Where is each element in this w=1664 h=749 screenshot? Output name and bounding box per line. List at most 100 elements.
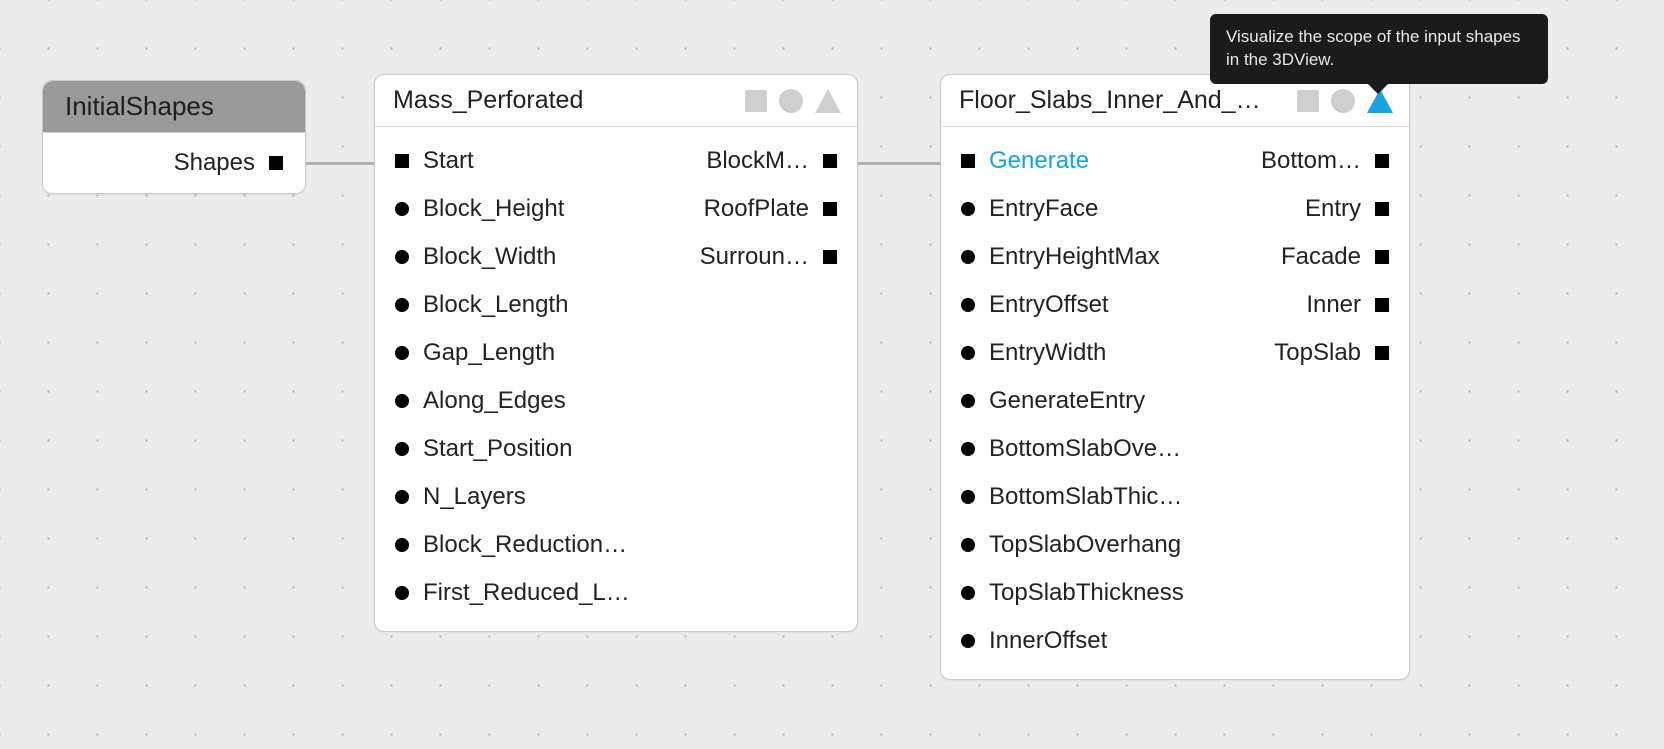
- output-port[interactable]: Shapes: [108, 133, 305, 193]
- port-handle-icon[interactable]: [395, 202, 409, 216]
- output-port[interactable]: Entry: [1222, 185, 1409, 233]
- port-handle-icon[interactable]: [961, 298, 975, 312]
- port-label: Start: [423, 147, 474, 175]
- port-label: First_Reduced_L…: [423, 579, 630, 607]
- port-handle-icon[interactable]: [961, 250, 975, 264]
- node-title: Floor_Slabs_Inner_And_…: [959, 86, 1261, 115]
- output-port[interactable]: TopSlab: [1222, 329, 1409, 377]
- port-handle-icon[interactable]: [823, 250, 837, 264]
- visualize-circle-icon[interactable]: [1331, 89, 1355, 113]
- input-port[interactable]: Along_Edges: [375, 377, 665, 425]
- port-label: GenerateEntry: [989, 387, 1145, 415]
- input-port[interactable]: EntryOffset: [941, 281, 1222, 329]
- input-port[interactable]: First_Reduced_L…: [375, 569, 665, 617]
- port-handle-icon[interactable]: [1375, 202, 1389, 216]
- port-handle-icon[interactable]: [961, 154, 975, 168]
- output-port[interactable]: Bottom…: [1222, 137, 1409, 185]
- output-port[interactable]: BlockM…: [665, 137, 857, 185]
- input-port[interactable]: EntryFace: [941, 185, 1222, 233]
- port-handle-icon[interactable]: [823, 202, 837, 216]
- port-label: BottomSlabThic…: [989, 483, 1182, 511]
- port-label: EntryHeightMax: [989, 243, 1160, 271]
- visualize-square-icon[interactable]: [745, 90, 767, 112]
- input-port[interactable]: Block_Width: [375, 233, 665, 281]
- port-label: Bottom…: [1261, 147, 1361, 175]
- port-handle-icon[interactable]: [961, 442, 975, 456]
- input-port[interactable]: Block_Height: [375, 185, 665, 233]
- port-handle-icon[interactable]: [395, 298, 409, 312]
- port-handle-icon[interactable]: [395, 538, 409, 552]
- tooltip: Visualize the scope of the input shapes …: [1210, 14, 1548, 84]
- visualize-circle-icon[interactable]: [779, 89, 803, 113]
- input-port[interactable]: TopSlabThickness: [941, 569, 1222, 617]
- port-label: TopSlabOverhang: [989, 531, 1181, 559]
- port-handle-icon[interactable]: [823, 154, 837, 168]
- port-handle-icon[interactable]: [395, 154, 409, 168]
- port-label: EntryWidth: [989, 339, 1106, 367]
- visualize-triangle-icon[interactable]: [815, 89, 841, 113]
- port-handle-icon[interactable]: [1375, 250, 1389, 264]
- port-handle-icon[interactable]: [395, 346, 409, 360]
- port-handle-icon[interactable]: [961, 490, 975, 504]
- port-label: EntryFace: [989, 195, 1098, 223]
- port-handle-icon[interactable]: [395, 250, 409, 264]
- port-handle-icon[interactable]: [961, 394, 975, 408]
- output-port[interactable]: Surroun…: [665, 233, 857, 281]
- input-port[interactable]: Block_Length: [375, 281, 665, 329]
- node-title: InitialShapes: [61, 91, 214, 122]
- port-handle-icon[interactable]: [961, 634, 975, 648]
- port-label: Inner: [1306, 291, 1361, 319]
- port-handle-icon[interactable]: [961, 202, 975, 216]
- port-label: InnerOffset: [989, 627, 1107, 655]
- node-floor-slabs[interactable]: Floor_Slabs_Inner_And_… Generate EntryFa…: [940, 74, 1410, 680]
- input-port[interactable]: Start_Position: [375, 425, 665, 473]
- port-handle-icon[interactable]: [1375, 298, 1389, 312]
- input-port[interactable]: EntryWidth: [941, 329, 1222, 377]
- port-handle-icon[interactable]: [395, 442, 409, 456]
- node-header[interactable]: Mass_Perforated: [375, 75, 857, 127]
- port-label: Block_Length: [423, 291, 568, 319]
- port-label: Entry: [1305, 195, 1361, 223]
- port-handle-icon[interactable]: [395, 586, 409, 600]
- input-port[interactable]: Block_Reduction…: [375, 521, 665, 569]
- tooltip-text: Visualize the scope of the input shapes …: [1226, 27, 1521, 69]
- port-label: Surroun…: [700, 243, 809, 271]
- input-port[interactable]: Generate: [941, 137, 1222, 185]
- input-port[interactable]: BottomSlabThic…: [941, 473, 1222, 521]
- output-port[interactable]: Inner: [1222, 281, 1409, 329]
- port-label: Along_Edges: [423, 387, 566, 415]
- port-label: Generate: [989, 147, 1089, 175]
- port-handle-icon[interactable]: [1375, 346, 1389, 360]
- port-label: Start_Position: [423, 435, 572, 463]
- input-port[interactable]: TopSlabOverhang: [941, 521, 1222, 569]
- input-port[interactable]: GenerateEntry: [941, 377, 1222, 425]
- output-port[interactable]: Facade: [1222, 233, 1409, 281]
- port-handle-icon[interactable]: [395, 394, 409, 408]
- input-port[interactable]: Gap_Length: [375, 329, 665, 377]
- port-label: N_Layers: [423, 483, 526, 511]
- node-initial-shapes[interactable]: InitialShapes Shapes: [42, 80, 306, 194]
- node-header[interactable]: InitialShapes: [43, 81, 305, 133]
- port-handle-icon[interactable]: [269, 156, 283, 170]
- edge: [843, 162, 953, 165]
- port-handle-icon[interactable]: [395, 490, 409, 504]
- input-port[interactable]: EntryHeightMax: [941, 233, 1222, 281]
- port-label: BlockM…: [706, 147, 809, 175]
- port-handle-icon[interactable]: [1375, 154, 1389, 168]
- input-port[interactable]: BottomSlabOve…: [941, 425, 1222, 473]
- port-label: Gap_Length: [423, 339, 555, 367]
- port-label: Block_Reduction…: [423, 531, 627, 559]
- port-handle-icon[interactable]: [961, 346, 975, 360]
- output-port[interactable]: RoofPlate: [665, 185, 857, 233]
- port-label: EntryOffset: [989, 291, 1109, 319]
- port-label: Facade: [1281, 243, 1361, 271]
- input-port[interactable]: N_Layers: [375, 473, 665, 521]
- port-label: TopSlab: [1274, 339, 1361, 367]
- input-port[interactable]: Start: [375, 137, 665, 185]
- port-handle-icon[interactable]: [961, 586, 975, 600]
- node-mass-perforated[interactable]: Mass_Perforated Start Block_Height Block…: [374, 74, 858, 632]
- input-port[interactable]: InnerOffset: [941, 617, 1222, 665]
- port-handle-icon[interactable]: [961, 538, 975, 552]
- visualize-square-icon[interactable]: [1297, 90, 1319, 112]
- port-label: Shapes: [174, 149, 255, 177]
